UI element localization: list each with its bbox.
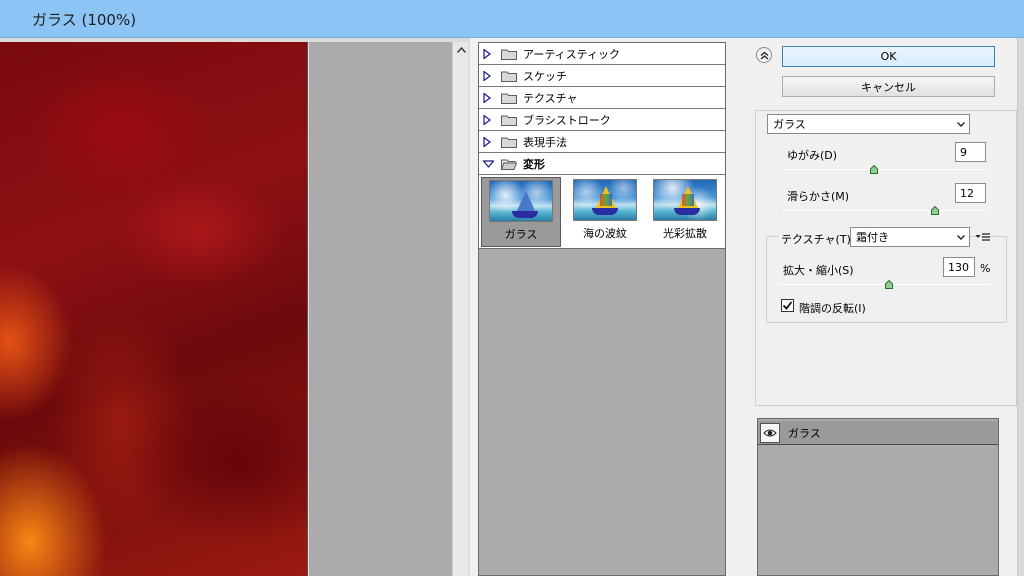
chevron-down-icon — [956, 119, 966, 129]
scaling-label: 拡大・縮小(S) — [783, 264, 854, 277]
filter-gallery: アーティスティック スケッチ テクスチャ ブラシストローク 表現手法 変形 ガラ… — [478, 42, 726, 576]
category-label: 変形 — [523, 157, 545, 171]
distortion-input[interactable]: 9 — [955, 142, 986, 162]
triangle-right-icon — [483, 136, 495, 148]
filter-select[interactable]: ガラス — [767, 114, 970, 134]
category-label: ブラシストローク — [523, 113, 611, 127]
ok-button[interactable]: OK — [782, 46, 995, 67]
texture-select[interactable]: 霜付き — [850, 227, 970, 247]
scaling-input[interactable]: 130 — [943, 257, 975, 277]
smoothness-label: 滑らかさ(M) — [787, 190, 850, 203]
triangle-down-icon — [483, 158, 495, 170]
thumb-label: ガラス — [504, 228, 538, 241]
filter-thumbnails: ガラス 海の波紋 光彩拡散 — [479, 175, 725, 249]
category-texture[interactable]: テクスチャ — [479, 87, 725, 109]
preview-area — [0, 38, 470, 576]
double-chevron-up-icon[interactable] — [756, 47, 772, 63]
thumb-image — [653, 179, 717, 221]
folder-icon — [501, 114, 517, 126]
category-artistic[interactable]: アーティスティック — [479, 43, 725, 65]
eye-icon[interactable] — [760, 422, 780, 443]
preview-scrollbar[interactable] — [452, 42, 468, 576]
smoothness-slider[interactable] — [783, 210, 986, 211]
thumb-image — [489, 180, 553, 222]
distortion-label: ゆがみ(D) — [787, 149, 838, 162]
effect-layer-name: ガラス — [788, 426, 821, 440]
category-label: テクスチャ — [523, 91, 578, 105]
distortion-slider-thumb[interactable] — [870, 164, 879, 174]
filter-select-value: ガラス — [773, 118, 806, 131]
filter-thumb-diffuse-glow[interactable]: 光彩拡散 — [645, 177, 725, 247]
window-right-edge — [1017, 38, 1024, 576]
smoothness-input[interactable]: 12 — [955, 183, 986, 203]
scaling-slider-thumb[interactable] — [885, 279, 894, 289]
category-label: 表現手法 — [523, 135, 567, 149]
category-label: スケッチ — [523, 69, 567, 83]
window-title: ガラス (100%) — [32, 11, 137, 29]
smoothness-slider-thumb[interactable] — [931, 205, 940, 215]
title-bar[interactable]: ガラス (100%) — [0, 0, 1024, 38]
effect-layer-row[interactable]: ガラス — [758, 421, 998, 445]
effect-layers-panel: ガラス — [757, 418, 999, 576]
folder-icon — [501, 92, 517, 104]
preview-image[interactable] — [0, 42, 308, 576]
folder-icon — [501, 48, 517, 60]
panel-menu-icon[interactable] — [975, 231, 991, 243]
scaling-unit: % — [980, 262, 991, 275]
filter-thumb-ocean-ripple[interactable]: 海の波紋 — [565, 177, 645, 247]
triangle-right-icon — [483, 92, 495, 104]
invert-checkbox[interactable] — [781, 299, 794, 312]
triangle-right-icon — [483, 70, 495, 82]
scroll-up-arrow-icon[interactable] — [453, 42, 469, 58]
invert-label: 階調の反転(I) — [799, 302, 866, 315]
folder-icon — [501, 70, 517, 82]
thumb-label: 光彩拡散 — [663, 227, 707, 240]
preview-background — [309, 42, 452, 576]
category-stylize[interactable]: 表現手法 — [479, 131, 725, 153]
triangle-right-icon — [483, 114, 495, 126]
chevron-down-icon — [956, 232, 966, 242]
category-sketch[interactable]: スケッチ — [479, 65, 725, 87]
thumb-image — [573, 179, 637, 221]
category-label: アーティスティック — [523, 47, 621, 61]
filter-thumb-glass[interactable]: ガラス — [481, 177, 561, 247]
triangle-right-icon — [483, 48, 495, 60]
cancel-button[interactable]: キャンセル — [782, 76, 995, 97]
folder-icon — [501, 136, 517, 148]
folder-open-icon — [500, 158, 518, 170]
category-distort[interactable]: 変形 — [479, 153, 725, 175]
category-brush-strokes[interactable]: ブラシストローク — [479, 109, 725, 131]
texture-select-value: 霜付き — [856, 231, 889, 244]
distortion-slider[interactable] — [783, 169, 986, 170]
thumb-label: 海の波紋 — [583, 227, 627, 240]
